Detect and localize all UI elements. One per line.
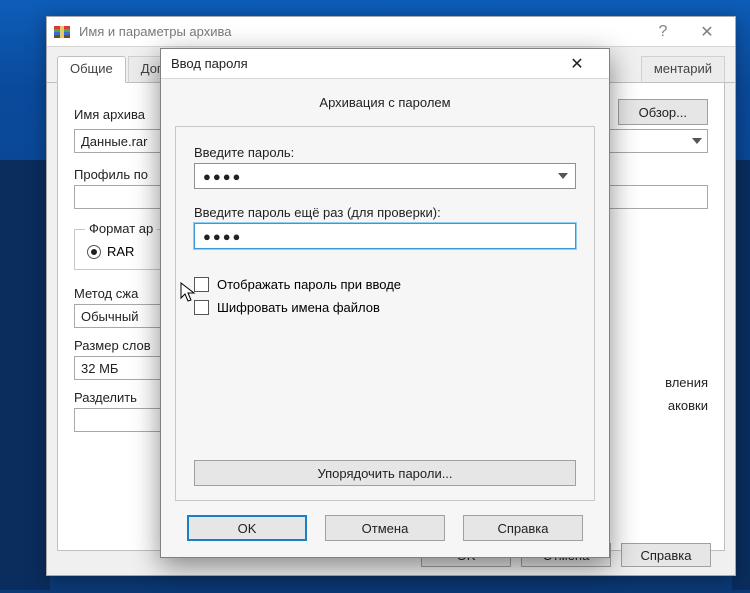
- password1-input[interactable]: [194, 163, 576, 189]
- password2-label: Введите пароль ещё раз (для проверки):: [194, 205, 576, 220]
- format-group-title: Формат ар: [85, 221, 157, 236]
- encrypt-names-label: Шифровать имена файлов: [217, 300, 380, 315]
- help-button-icon[interactable]: ?: [641, 18, 685, 46]
- winrar-icon: [53, 23, 71, 41]
- modal-cancel-button[interactable]: Отмена: [325, 515, 445, 541]
- modal-ok-button[interactable]: OK: [187, 515, 307, 541]
- modal-heading: Архивация с паролем: [161, 79, 609, 120]
- tab-comment[interactable]: ментарий: [641, 56, 725, 83]
- window-title: Имя и параметры архива: [79, 24, 641, 39]
- back-help-button[interactable]: Справка: [621, 543, 711, 567]
- close-icon[interactable]: ✕: [685, 18, 729, 46]
- password2-input[interactable]: [194, 223, 576, 249]
- modal-title: Ввод пароля: [171, 56, 555, 71]
- modal-help-button[interactable]: Справка: [463, 515, 583, 541]
- close-icon[interactable]: ✕: [555, 50, 599, 78]
- organize-passwords-button[interactable]: Упорядочить пароли...: [194, 460, 576, 486]
- tab-general[interactable]: Общие: [57, 56, 126, 83]
- password-dialog: Ввод пароля ✕ Архивация с паролем Введит…: [160, 48, 610, 558]
- titlebar: Имя и параметры архива ? ✕: [47, 17, 735, 47]
- chevron-down-icon[interactable]: [692, 138, 702, 144]
- show-password-checkbox[interactable]: [194, 277, 209, 292]
- format-rar-label: RAR: [107, 244, 134, 259]
- desktop-bg-left: [0, 160, 50, 590]
- chevron-down-icon[interactable]: [558, 173, 568, 179]
- format-rar-radio[interactable]: [87, 245, 101, 259]
- browse-button[interactable]: Обзор...: [618, 99, 708, 125]
- modal-titlebar: Ввод пароля ✕: [161, 49, 609, 79]
- password1-label: Введите пароль:: [194, 145, 576, 160]
- encrypt-names-checkbox[interactable]: [194, 300, 209, 315]
- show-password-label: Отображать пароль при вводе: [217, 277, 401, 292]
